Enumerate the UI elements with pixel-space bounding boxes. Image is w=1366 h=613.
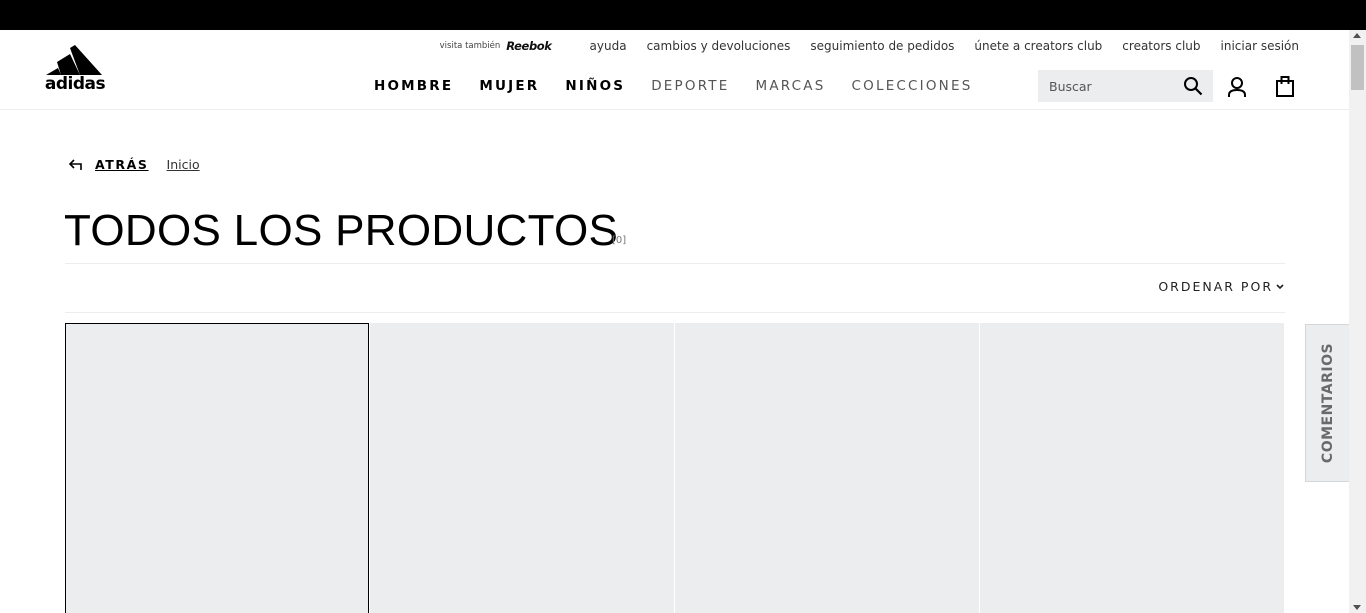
search-icon[interactable] [1183, 76, 1203, 96]
nav-item-colecciones[interactable]: COLECCIONES [852, 77, 973, 95]
partner-prefix: visita también [439, 41, 501, 51]
product-card-placeholder[interactable] [65, 323, 369, 613]
shopping-bag-icon[interactable] [1275, 75, 1295, 97]
product-grid [65, 323, 1285, 613]
site-header: adidas visita también Reebok ayuda cambi… [0, 30, 1349, 110]
divider [65, 312, 1285, 313]
reebok-logo-link[interactable]: Reebok [506, 39, 552, 53]
utility-link-iniciar-sesion[interactable]: iniciar sesión [1221, 39, 1299, 53]
sort-label: ORDENAR POR [1158, 279, 1273, 294]
back-arrow-icon[interactable] [68, 158, 84, 172]
breadcrumb: ATRÁS Inicio [68, 158, 200, 172]
adidas-three-stripes-icon [46, 45, 102, 75]
page-title: TODOS LOS PRODUCTOS [64, 206, 619, 255]
scroll-down-arrow-icon[interactable] [1353, 605, 1361, 610]
nav-item-deporte[interactable]: DEPORTE [651, 77, 729, 95]
top-black-bar [0, 0, 1366, 30]
product-card-placeholder[interactable] [980, 323, 1284, 613]
feedback-tab[interactable]: COMENTARIOS [1305, 324, 1349, 482]
utility-link-creators-club[interactable]: creators club [1122, 39, 1200, 53]
product-count: [0] [612, 235, 627, 246]
feedback-label: COMENTARIOS [1319, 342, 1336, 464]
main-nav: HOMBRE MUJER NIÑOS DEPORTE MARCAS COLECC… [374, 77, 998, 95]
divider [65, 263, 1285, 264]
page-scrollbar[interactable] [1349, 30, 1366, 613]
product-card-placeholder[interactable] [370, 323, 674, 613]
nav-item-hombre[interactable]: HOMBRE [374, 77, 453, 95]
nav-item-ninos[interactable]: NIÑOS [565, 77, 625, 95]
chevron-down-icon [1276, 283, 1284, 289]
scrollbar-thumb[interactable] [1351, 45, 1364, 90]
back-link[interactable]: ATRÁS [95, 158, 149, 172]
breadcrumb-home-link[interactable]: Inicio [167, 158, 200, 172]
nav-item-mujer[interactable]: MUJER [479, 77, 539, 95]
search-box [1038, 70, 1213, 102]
utility-link-ayuda[interactable]: ayuda [590, 39, 627, 53]
sort-dropdown[interactable]: ORDENAR POR [1158, 279, 1285, 294]
utility-link-seguimiento-pedidos[interactable]: seguimiento de pedidos [810, 39, 954, 53]
logo-wordmark: adidas [44, 74, 106, 94]
adidas-logo[interactable]: adidas [40, 45, 110, 95]
utility-link-cambios-devoluciones[interactable]: cambios y devoluciones [647, 39, 791, 53]
page: adidas visita también Reebok ayuda cambi… [0, 30, 1349, 613]
product-card-placeholder[interactable] [675, 323, 979, 613]
scroll-up-arrow-icon[interactable] [1353, 33, 1361, 38]
account-icon[interactable] [1227, 76, 1247, 98]
utility-nav: visita también Reebok ayuda cambios y de… [440, 38, 1299, 54]
nav-item-marcas[interactable]: MARCAS [755, 77, 825, 95]
utility-link-unete-creators-club[interactable]: únete a creators club [974, 39, 1102, 53]
search-input[interactable] [1038, 70, 1178, 102]
